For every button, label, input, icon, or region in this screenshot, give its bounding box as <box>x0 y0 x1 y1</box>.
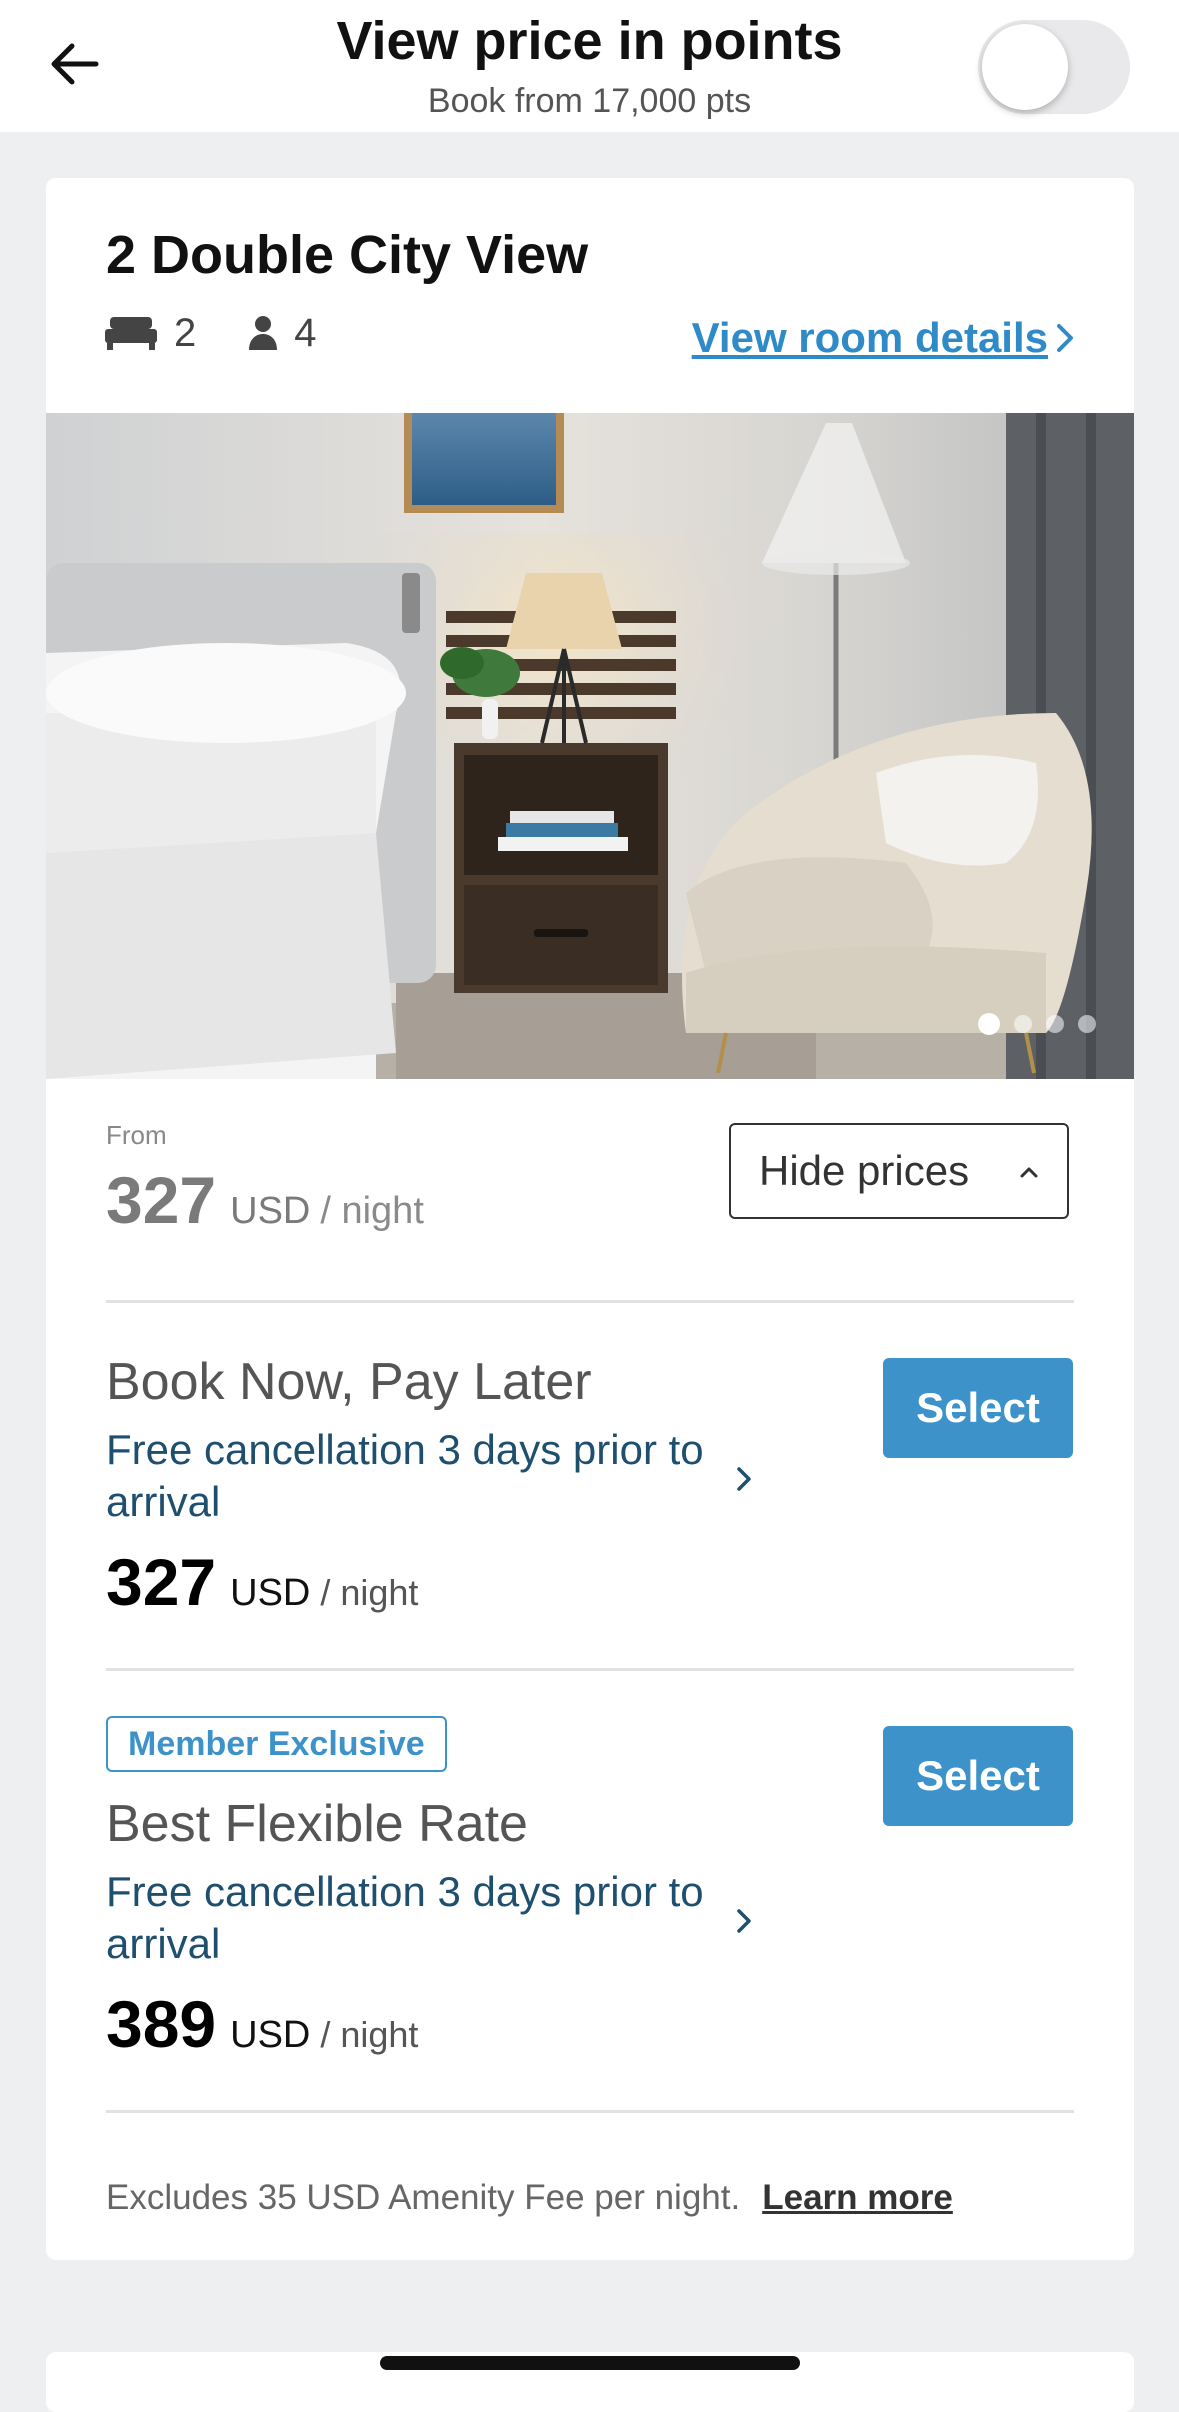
cancellation-policy-link[interactable]: Free cancellation 3 days prior to arriva… <box>106 1424 726 1528</box>
from-label: From <box>106 1120 167 1150</box>
room-amenities: 2 4 <box>104 308 369 358</box>
rate-amount: 389 <box>106 1987 217 2061</box>
rate-currency: USD <box>230 2014 311 2056</box>
divider <box>106 1300 1074 1303</box>
cancellation-policy-link[interactable]: Free cancellation 3 days prior to arriva… <box>106 1866 726 1970</box>
rate-amount: 327 <box>106 1545 217 1619</box>
select-button[interactable]: Select <box>883 1358 1073 1458</box>
carousel-dot <box>1078 1015 1096 1033</box>
chevron-right-icon[interactable] <box>736 1908 752 1934</box>
points-toggle[interactable] <box>978 20 1130 114</box>
view-room-details-link[interactable]: View room details <box>692 314 1074 362</box>
rate-currency: USD <box>230 1572 311 1614</box>
carousel-dot <box>1046 1015 1064 1033</box>
carousel-dot-active <box>978 1013 1000 1035</box>
amenity-fee-text: Excludes 35 USD Amenity Fee per night. <box>106 2178 741 2217</box>
rate-per-night: / night <box>320 2014 419 2055</box>
room-title: 2 Double City View <box>106 225 589 285</box>
rate-price: 327 USD / night <box>106 1544 418 1620</box>
hide-prices-button[interactable]: Hide prices <box>729 1123 1069 1219</box>
bed-icon <box>105 317 157 350</box>
toggle-knob <box>982 24 1068 110</box>
select-button[interactable]: Select <box>883 1726 1073 1826</box>
divider <box>106 2110 1074 2113</box>
carousel-dot <box>1014 1015 1032 1033</box>
chevron-right-icon <box>1057 324 1073 352</box>
carousel-indicator <box>964 1013 1096 1035</box>
top-bar: View price in points Book from 17,000 pt… <box>0 0 1179 132</box>
view-room-details-label: View room details <box>691 314 1048 361</box>
beds-info: 2 <box>104 311 196 356</box>
room-photo <box>46 413 1134 1079</box>
rate-price: 389 USD / night <box>106 1986 418 2062</box>
from-price: 327 USD / night <box>106 1162 424 1238</box>
learn-more-link[interactable]: Learn more <box>762 2178 953 2217</box>
divider <box>106 1668 1074 1671</box>
rate-name: Book Now, Pay Later <box>106 1353 592 1411</box>
from-currency: USD <box>230 1190 311 1232</box>
person-icon <box>249 316 278 350</box>
from-per-night: / night <box>320 1190 424 1232</box>
home-indicator[interactable] <box>380 2356 800 2370</box>
rate-name: Best Flexible Rate <box>106 1795 528 1853</box>
member-exclusive-badge: Member Exclusive <box>106 1716 447 1772</box>
chevron-up-icon <box>1020 1167 1038 1178</box>
guests-count: 4 <box>294 310 317 355</box>
chevron-right-icon[interactable] <box>736 1466 752 1492</box>
room-photo-carousel[interactable] <box>46 413 1134 1079</box>
from-amount: 327 <box>106 1163 217 1237</box>
hide-prices-label: Hide prices <box>759 1147 970 1194</box>
beds-count: 2 <box>174 310 197 355</box>
rate-per-night: / night <box>320 1572 419 1613</box>
room-card: 2 Double City View 2 4 View room details <box>46 178 1134 2260</box>
guests-info: 4 <box>248 310 317 356</box>
amenity-fee-note: Excludes 35 USD Amenity Fee per night. Le… <box>106 2178 953 2218</box>
